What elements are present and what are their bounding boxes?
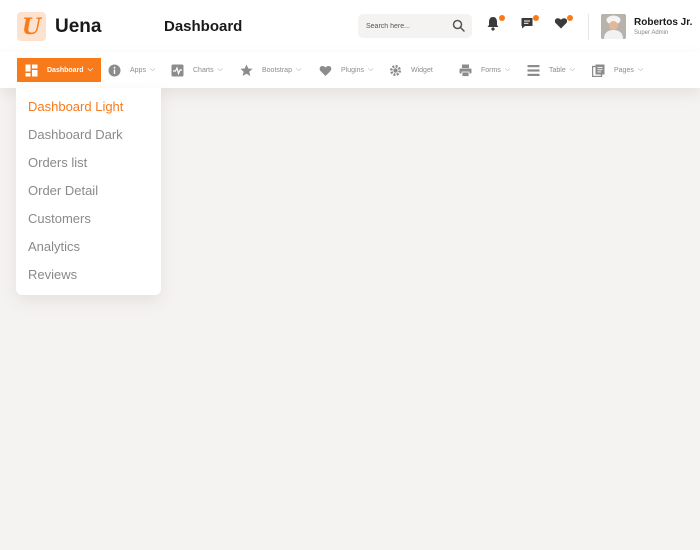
logo[interactable]: U	[17, 12, 46, 41]
nav-item-bootstrap[interactable]: Bootstrap ⌵	[240, 58, 301, 82]
logo-letter: U	[21, 13, 42, 40]
chevron-down-icon: ⌵	[637, 66, 644, 73]
main-nav: Dashboard ⌵ Apps ⌵ Charts ⌵ Bootstrap ⌵ …	[0, 52, 700, 88]
avatar[interactable]	[601, 14, 626, 39]
info-icon	[108, 64, 121, 76]
nav-item-forms[interactable]: Forms ⌵	[459, 58, 510, 82]
messages-button[interactable]	[520, 15, 539, 34]
nav-label: Apps	[130, 66, 146, 74]
user-role: Super Admin	[634, 30, 669, 36]
brand-name[interactable]: Uena	[55, 16, 101, 38]
chart-icon	[171, 64, 184, 76]
chevron-down-icon: ⌵	[217, 66, 223, 73]
nav-label: Dashboard	[47, 66, 84, 74]
search-input[interactable]	[366, 18, 446, 34]
menu-item-dashboard-dark[interactable]: Dashboard Dark	[28, 127, 123, 142]
nav-item-widget[interactable]: Widget	[389, 58, 433, 82]
nav-label: Forms	[481, 66, 501, 74]
nav-label: Bootstrap	[262, 66, 292, 74]
nav-item-dashboard[interactable]: Dashboard ⌵	[17, 58, 101, 82]
user-name[interactable]: Robertos Jr.	[634, 17, 692, 28]
table-icon	[527, 64, 540, 76]
gear-icon	[390, 64, 401, 76]
nav-item-pages[interactable]: Pages ⌵	[592, 58, 643, 82]
menu-item-analytics[interactable]: Analytics	[28, 239, 80, 254]
header-divider	[588, 14, 589, 40]
notifications-button[interactable]	[486, 15, 505, 34]
heart-icon	[319, 65, 332, 76]
nav-label: Pages	[614, 66, 634, 74]
nav-label: Table	[549, 66, 566, 74]
nav-label: Charts	[193, 66, 214, 74]
dashboard-dropdown-menu: Dashboard Light Dashboard Dark Orders li…	[16, 88, 161, 295]
chevron-down-icon: ⌵	[504, 66, 511, 73]
chevron-down-icon: ⌵	[295, 66, 302, 73]
menu-item-customers[interactable]: Customers	[28, 211, 91, 226]
page-title: Dashboard	[164, 18, 243, 35]
top-header: U Uena Dashboard Search here... Robertos…	[0, 0, 700, 52]
menu-item-dashboard-light[interactable]: Dashboard Light	[28, 99, 123, 114]
nav-label: Widget	[411, 66, 433, 74]
nav-item-apps[interactable]: Apps ⌵	[108, 58, 155, 82]
menu-item-reviews[interactable]: Reviews	[28, 267, 77, 282]
favorites-button[interactable]	[554, 15, 573, 34]
search-icon[interactable]	[452, 19, 465, 32]
avatar-image	[601, 14, 626, 39]
grid-icon	[25, 64, 38, 76]
nav-label: Plugins	[341, 66, 364, 74]
nav-item-charts[interactable]: Charts ⌵	[171, 58, 223, 82]
favorites-dot	[567, 15, 573, 21]
chevron-down-icon: ⌵	[569, 66, 576, 73]
heart-icon	[554, 18, 568, 29]
menu-item-orders-list[interactable]: Orders list	[28, 155, 87, 170]
notification-dot	[499, 15, 505, 21]
star-icon	[240, 64, 253, 76]
chevron-down-icon: ⌵	[87, 66, 93, 73]
search-box[interactable]	[358, 14, 472, 38]
chevron-down-icon: ⌵	[367, 66, 374, 73]
nav-item-table[interactable]: Table ⌵	[527, 58, 575, 82]
printer-icon	[459, 64, 472, 77]
chevron-down-icon: ⌵	[149, 66, 156, 73]
nav-item-plugins[interactable]: Plugins ⌵	[319, 58, 373, 82]
bell-icon	[487, 17, 499, 31]
pages-icon	[592, 64, 605, 77]
menu-item-order-detail[interactable]: Order Detail	[28, 183, 98, 198]
chat-icon	[521, 18, 533, 29]
message-dot	[533, 15, 539, 21]
